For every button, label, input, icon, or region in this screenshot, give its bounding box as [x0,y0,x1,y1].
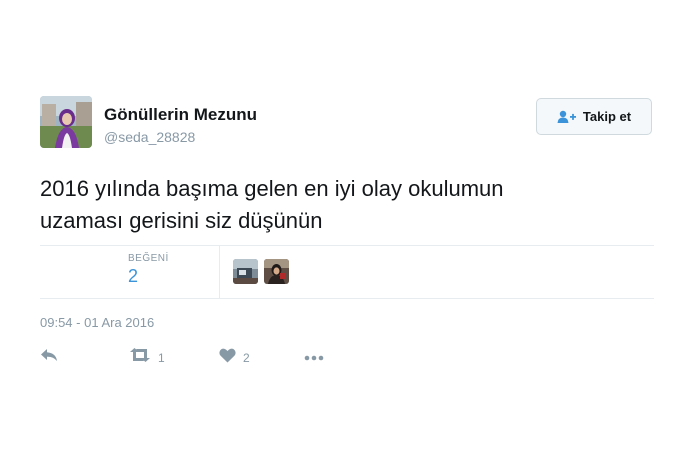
tweet-text: 2016 yılında başıma gelen en iyi olay ok… [40,173,660,237]
tweet-actions: 1 2 [40,348,360,368]
stats-divider [219,246,220,298]
reply-icon [40,348,58,367]
like-button[interactable]: 2 [219,348,250,368]
tweet-stats: BEĞENİ 2 [40,245,654,299]
username-handle[interactable]: @seda_28828 [104,129,195,145]
tweet-text-line: 2016 yılında başıma gelen en iyi olay ok… [40,176,504,201]
add-user-icon [557,110,577,124]
likes-label: BEĞENİ [128,253,169,264]
retweet-button[interactable]: 1 [129,348,165,367]
display-name[interactable]: Gönüllerin Mezunu [104,105,257,125]
timestamp[interactable]: 09:54 - 01 Ara 2016 [40,315,154,330]
more-dots-icon [304,348,324,366]
follow-button-label: Takip et [582,109,632,124]
follow-button[interactable]: Takip et [536,98,652,135]
retweet-icon [129,348,151,367]
heart-icon [219,348,236,368]
avatar[interactable] [40,96,92,148]
likes-count: 2 [128,266,139,286]
liker-avatar[interactable] [264,259,289,284]
like-count: 2 [243,351,250,365]
retweet-count: 1 [158,350,165,365]
likes-stat[interactable]: BEĞENİ 2 [128,253,169,287]
reply-button[interactable] [40,348,58,367]
liker-avatar[interactable] [233,259,258,284]
more-button[interactable] [304,348,324,366]
tweet-text-line: uzaması gerisini siz düşünün [40,208,323,233]
